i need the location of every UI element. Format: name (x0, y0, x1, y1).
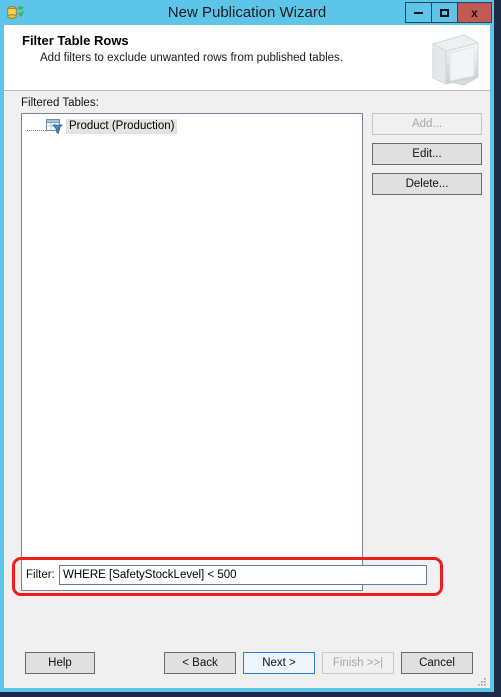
add-button[interactable]: Add... (372, 113, 482, 135)
wizard-header: Filter Table Rows Add filters to exclude… (4, 25, 490, 91)
tree-item-label: Product (Production) (66, 118, 178, 134)
maximize-icon (440, 8, 449, 17)
desktop-background: New Publication Wizard x Filter Table Ro… (0, 0, 501, 697)
maximize-button[interactable] (431, 2, 458, 23)
page-title: Filter Table Rows (22, 33, 129, 48)
title-bar[interactable]: New Publication Wizard x (0, 0, 494, 25)
resize-grip-icon[interactable] (475, 674, 487, 686)
delete-button[interactable]: Delete... (372, 173, 482, 195)
tree-action-buttons: Add... Edit... Delete... (372, 113, 482, 203)
back-button[interactable]: < Back (164, 652, 236, 674)
close-button[interactable]: x (457, 2, 492, 23)
filtered-tables-label: Filtered Tables: (21, 97, 99, 109)
edit-button[interactable]: Edit... (372, 143, 482, 165)
window-controls: x (405, 2, 492, 23)
tree-connector-line (27, 129, 46, 131)
tree-item-product[interactable]: Product (Production) (22, 117, 362, 135)
next-button[interactable]: Next > (243, 652, 315, 674)
wizard-window: New Publication Wizard x Filter Table Ro… (0, 0, 494, 692)
wizard-body: Filtered Tables: Product (Production) Ad… (4, 91, 490, 645)
minimize-icon (414, 11, 423, 14)
minimize-button[interactable] (405, 2, 432, 23)
filtered-tables-tree[interactable]: Product (Production) (21, 113, 363, 591)
filter-input[interactable] (59, 565, 427, 585)
cancel-button[interactable]: Cancel (401, 652, 473, 674)
close-icon: x (471, 5, 478, 20)
wizard-footer: Help < Back Next > Finish >>| Cancel (4, 645, 490, 688)
book-binder-icon (426, 30, 484, 88)
help-button[interactable]: Help (25, 652, 95, 674)
table-filter-icon (46, 118, 63, 134)
filter-label: Filter: (26, 569, 55, 581)
filter-row: Filter: (4, 555, 490, 598)
replication-database-icon (5, 2, 27, 24)
page-subtitle: Add filters to exclude unwanted rows fro… (40, 52, 343, 64)
finish-button[interactable]: Finish >>| (322, 652, 394, 674)
